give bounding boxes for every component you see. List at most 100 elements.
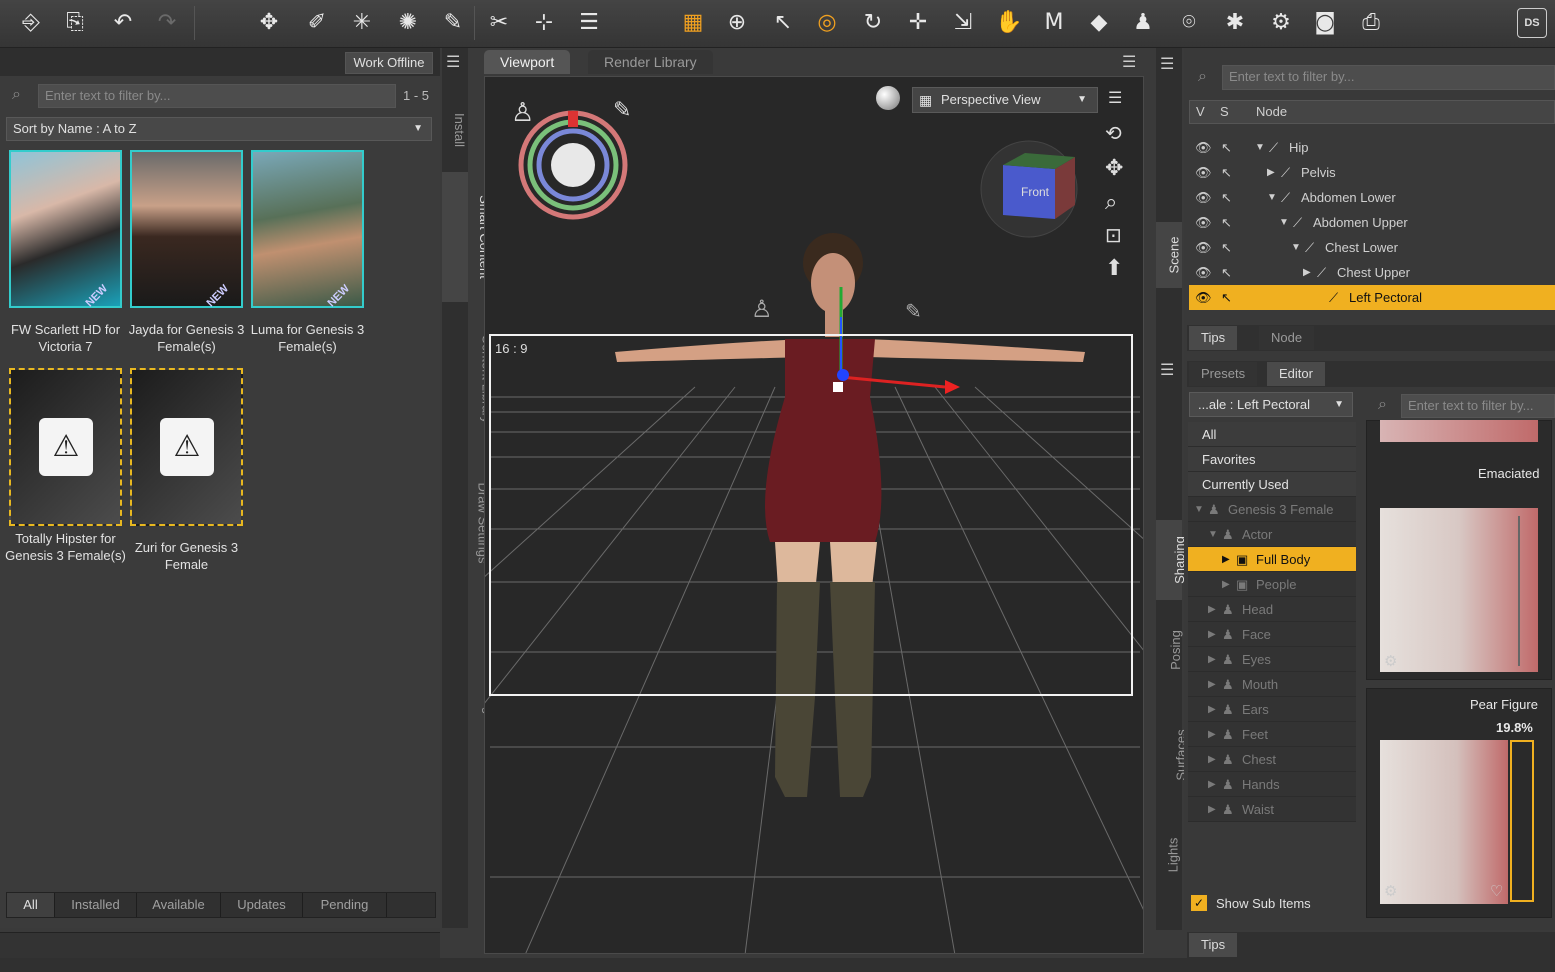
eye-icon[interactable]: 👁: [1195, 210, 1212, 235]
tab-tips[interactable]: Tips: [1189, 933, 1238, 957]
vtab-install[interactable]: Install: [442, 92, 468, 168]
eye-icon[interactable]: 👁: [1195, 235, 1212, 260]
iray-icon[interactable]: ▦: [678, 8, 708, 38]
expand-arrow-icon[interactable]: ▶: [1208, 622, 1216, 647]
eye-icon[interactable]: 👁: [1195, 135, 1212, 160]
expand-arrow-icon[interactable]: ▶: [1208, 672, 1216, 697]
tab-node[interactable]: Node: [1259, 326, 1315, 350]
viewport-options-icon[interactable]: ☰: [1108, 88, 1122, 108]
region-nav-icon[interactable]: ⊹: [529, 8, 559, 38]
property-group-item[interactable]: Currently Used: [1188, 472, 1356, 497]
expand-arrow-icon[interactable]: ▶: [1208, 597, 1216, 622]
shaping-search-input[interactable]: Enter text to filter by...: [1401, 394, 1555, 418]
scene-node-row[interactable]: 👁 ↖ ▼ ⟋ Hip: [1189, 135, 1555, 160]
render-settings-icon[interactable]: ⚙: [1266, 8, 1296, 38]
vtab-smart-content[interactable]: Smart Content: [442, 172, 492, 302]
scene-node-row[interactable]: 👁 ↖ ⟋ Left Pectoral: [1189, 285, 1555, 310]
property-group-item[interactable]: ▼ ♟ Actor: [1188, 522, 1356, 547]
preset-slider[interactable]: [1510, 740, 1534, 902]
scene-node-row[interactable]: 👁 ↖ ▼ ⟋ Chest Lower: [1189, 235, 1555, 260]
expand-arrow-icon[interactable]: ▼: [1291, 235, 1301, 260]
scale-icon[interactable]: ⇲: [948, 8, 978, 38]
vtab-scene[interactable]: Scene: [1156, 222, 1182, 288]
frame-nav-icon[interactable]: ⊡: [1105, 223, 1122, 248]
ds-logo-icon[interactable]: DS: [1517, 8, 1547, 38]
content-item[interactable]: [251, 150, 364, 308]
align-icon[interactable]: ☰: [574, 8, 604, 38]
gear-icon[interactable]: ⚙: [1384, 882, 1397, 900]
scene-node-row[interactable]: 👁 ↖ ▶ ⟋ Chest Upper: [1189, 260, 1555, 285]
expand-arrow-icon[interactable]: ▶: [1208, 772, 1216, 797]
expand-arrow-icon[interactable]: ▶: [1222, 572, 1230, 597]
spot-render-icon[interactable]: ✳: [347, 8, 377, 38]
vtab-lights[interactable]: Lights: [1156, 820, 1182, 890]
content-item[interactable]: ⚠: [9, 368, 122, 526]
vtab-shaping[interactable]: Shaping: [1156, 520, 1187, 600]
property-group-item[interactable]: ▶ ♟ Feet: [1188, 722, 1356, 747]
panel-menu-icon[interactable]: ☰: [446, 52, 460, 72]
select-cursor-icon[interactable]: ↖: [1221, 235, 1232, 260]
draw-style-icon[interactable]: [876, 86, 900, 110]
view-dropdown[interactable]: ▦ Perspective View ▼: [912, 87, 1098, 113]
property-group-item[interactable]: ▶ ♟ Hands: [1188, 772, 1356, 797]
save-icon[interactable]: ⎘: [60, 8, 90, 38]
new-scene-icon[interactable]: ⎆: [16, 8, 46, 38]
expand-arrow-icon[interactable]: ▼: [1194, 497, 1204, 522]
panel-menu-icon[interactable]: ☰: [1160, 360, 1174, 380]
property-group-item[interactable]: ▶ ♟ Mouth: [1188, 672, 1356, 697]
translate-icon[interactable]: ✛: [903, 8, 933, 38]
filter-tab-installed[interactable]: Installed: [55, 893, 137, 917]
reset-nav-icon[interactable]: ⬆: [1105, 255, 1123, 281]
vtab-parameters[interactable]: Parameters: [1156, 380, 1197, 520]
property-group-item[interactable]: Favorites: [1188, 447, 1356, 472]
search-input[interactable]: Enter text to filter by...: [38, 84, 396, 108]
figure-icon[interactable]: ♟: [1128, 8, 1158, 38]
vtab-posing[interactable]: Posing: [1156, 610, 1183, 690]
checkbox-show-sub-items[interactable]: ✓: [1191, 895, 1207, 911]
property-group-item[interactable]: ▶ ♟ Head: [1188, 597, 1356, 622]
universal-manip-icon[interactable]: ◎: [812, 8, 842, 38]
orbit-icon[interactable]: ⊕: [722, 8, 752, 38]
preset-slider[interactable]: [1518, 516, 1528, 666]
scene-node-row[interactable]: 👁 ↖ ▼ ⟋ Abdomen Upper: [1189, 210, 1555, 235]
tab-render-library[interactable]: Render Library: [588, 50, 713, 74]
sort-dropdown[interactable]: Sort by Name : A to Z ▼: [6, 117, 432, 141]
property-group-item[interactable]: ▶ ♟ Waist: [1188, 797, 1356, 822]
pin-icon[interactable]: ✎: [905, 299, 922, 324]
tab-editor[interactable]: Editor: [1267, 362, 1325, 386]
filter-tab-all[interactable]: All: [7, 893, 55, 917]
undo-icon[interactable]: ↶: [108, 8, 138, 38]
panel-menu-icon[interactable]: ☰: [1160, 54, 1174, 74]
vtab-render-settings[interactable]: Render Settings: [442, 604, 497, 744]
render-icon[interactable]: ◙: [1310, 8, 1340, 38]
expand-arrow-icon[interactable]: ▼: [1279, 210, 1289, 235]
property-group-item[interactable]: All: [1188, 422, 1356, 447]
expand-arrow-icon[interactable]: ▼: [1267, 185, 1277, 210]
header-visible[interactable]: V: [1196, 101, 1205, 123]
favorite-icon[interactable]: ♡: [1490, 882, 1503, 900]
expand-arrow-icon[interactable]: ▶: [1222, 547, 1230, 572]
filter-tab-updates[interactable]: Updates: [221, 893, 303, 917]
redo-icon[interactable]: ↷: [152, 8, 182, 38]
viewport-menu-icon[interactable]: ☰: [1122, 52, 1136, 72]
vtab-aux-viewport[interactable]: Aux Viewport: [1156, 88, 1201, 238]
transfer-utility-icon[interactable]: ✂: [484, 8, 514, 38]
geometry-editor-icon[interactable]: ✎: [438, 8, 468, 38]
vtab-content-library[interactable]: Content Library: [442, 314, 494, 444]
rotate-icon[interactable]: ↻: [858, 8, 888, 38]
select-cursor-icon[interactable]: ↖: [1221, 285, 1232, 310]
content-item[interactable]: ⚠: [130, 368, 243, 526]
property-group-item[interactable]: ▼ ♟ Genesis 3 Female: [1188, 497, 1356, 522]
expand-arrow-icon[interactable]: ▶: [1208, 647, 1216, 672]
pointer-icon[interactable]: ↖: [768, 8, 798, 38]
figure-pick-icon[interactable]: ♙: [511, 97, 534, 128]
expand-arrow-icon[interactable]: ▶: [1208, 747, 1216, 772]
select-cursor-icon[interactable]: ↖: [1221, 135, 1232, 160]
vtab-draw-settings[interactable]: Draw Settings: [442, 458, 490, 588]
joint-editor-icon[interactable]: ✺: [393, 8, 423, 38]
expand-arrow-icon[interactable]: ▶: [1208, 722, 1216, 747]
scene-search-input[interactable]: Enter text to filter by...: [1222, 65, 1555, 90]
tab-tips[interactable]: Tips: [1189, 326, 1238, 350]
scene-node-row[interactable]: 👁 ↖ ▼ ⟋ Abdomen Lower: [1189, 185, 1555, 210]
select-cursor-icon[interactable]: ↖: [1221, 160, 1232, 185]
